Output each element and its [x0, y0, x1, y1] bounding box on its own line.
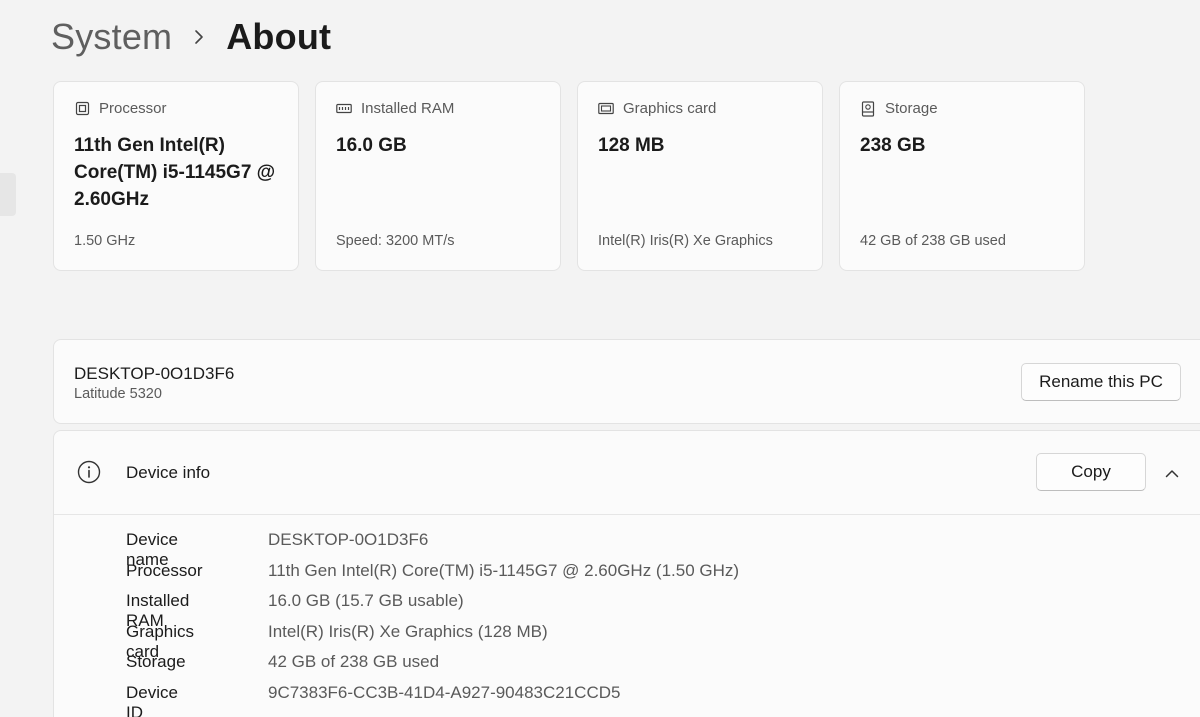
- row-label: Device ID: [126, 682, 178, 717]
- spec-card-subtext: Speed: 3200 MT/s: [336, 233, 455, 249]
- breadcrumb-system-link[interactable]: System: [51, 16, 172, 58]
- breadcrumb: System About: [51, 14, 331, 60]
- device-info-panel: Device info Copy Device name DESKTOP-0O1…: [53, 430, 1200, 717]
- row-value: DESKTOP-0O1D3F6: [268, 530, 429, 549]
- spec-card-header: Installed RAM: [336, 100, 454, 117]
- chevron-right-icon: [172, 29, 226, 45]
- settings-about-page: System About Processor 11th Gen Intel(R)…: [0, 0, 1200, 717]
- spec-card-title: Processor: [99, 100, 167, 117]
- spec-card-value: 16.0 GB: [336, 135, 407, 156]
- row-value: 9C7383F6-CC3B-41D4-A927-90483C21CCD5: [268, 682, 621, 702]
- spec-card-value: 11th Gen Intel(R) Core(TM) i5-1145G7 @ 2…: [74, 135, 276, 210]
- graphics-card-icon: [598, 101, 614, 117]
- spec-card-subtext: 1.50 GHz: [74, 233, 136, 249]
- row-value: 42 GB of 238 GB used: [268, 652, 440, 672]
- spec-card-subtext: 42 GB of 238 GB used: [860, 233, 1006, 249]
- pc-name-panel: DESKTOP-0O1D3F6 Latitude 5320 Rename thi…: [53, 339, 1200, 424]
- spec-card-title: Storage: [885, 100, 938, 117]
- spec-card-title: Installed RAM: [361, 100, 455, 117]
- page-title: About: [226, 16, 332, 57]
- info-icon: [77, 460, 101, 484]
- device-info-title: Device info: [126, 463, 211, 482]
- spec-card-ram: Installed RAM 16.0 GB Speed: 3200 MT/s: [315, 81, 561, 271]
- copy-button[interactable]: Copy: [1036, 453, 1146, 491]
- spec-card-header: Processor: [74, 100, 167, 117]
- row-value: 11th Gen Intel(R) Core(TM) i5-1145G7 @ 2…: [268, 560, 740, 580]
- spec-card-processor: Processor 11th Gen Intel(R) Core(TM) i5-…: [53, 81, 299, 271]
- sidebar-selected-item[interactable]: [0, 173, 16, 216]
- spec-card-value: 238 GB: [860, 135, 926, 156]
- device-info-header[interactable]: Device info Copy: [54, 431, 1200, 515]
- spec-card-value: 128 MB: [598, 135, 665, 156]
- spec-card-header: Graphics card: [598, 100, 716, 117]
- spec-card-graphics: Graphics card 128 MB Intel(R) Iris(R) Xe…: [577, 81, 823, 271]
- row-value: 16.0 GB (15.7 GB usable): [268, 591, 464, 611]
- rename-pc-button[interactable]: Rename this PC: [1021, 363, 1181, 401]
- pc-name: DESKTOP-0O1D3F6: [74, 364, 235, 383]
- spec-card-subtext: Intel(R) Iris(R) Xe Graphics: [598, 233, 773, 249]
- row-value: Intel(R) Iris(R) Xe Graphics (128 MB): [268, 621, 548, 641]
- ram-icon: [336, 101, 352, 117]
- processor-icon: [74, 101, 90, 117]
- chevron-up-icon[interactable]: [1162, 463, 1182, 483]
- pc-model: Latitude 5320: [74, 386, 162, 402]
- spec-card-header: Storage: [860, 100, 938, 117]
- row-label: Storage: [126, 652, 186, 672]
- row-label: Processor: [126, 560, 203, 580]
- spec-card-storage: Storage 238 GB 42 GB of 238 GB used: [839, 81, 1085, 271]
- spec-card-title: Graphics card: [623, 100, 717, 117]
- storage-icon: [860, 100, 876, 117]
